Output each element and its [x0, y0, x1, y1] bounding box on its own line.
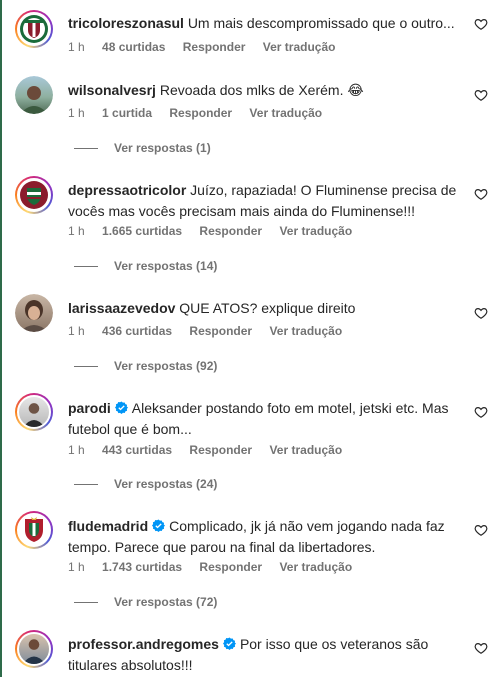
comment-text: fludemadrid Complicado, jk já não vem jog…: [68, 516, 461, 558]
username[interactable]: parodi: [68, 400, 111, 416]
verified-badge-icon: [152, 519, 166, 532]
reply-button[interactable]: Responder: [189, 324, 252, 338]
timestamp[interactable]: 1 h: [68, 224, 85, 238]
likes-count[interactable]: 443 curtidas: [102, 443, 172, 457]
comment-text: depressaotricolor Juízo, rapaziada! O Fl…: [68, 180, 461, 222]
person-photo-icon: [20, 300, 48, 332]
person-photo-icon: [23, 403, 45, 427]
verified-badge-icon: [222, 637, 236, 650]
heart-icon[interactable]: [474, 523, 488, 537]
view-replies-button[interactable]: Ver respostas (24): [74, 477, 217, 491]
username[interactable]: professor.andregomes: [68, 636, 219, 652]
heart-icon[interactable]: [474, 405, 488, 419]
timestamp[interactable]: 1 h: [68, 443, 85, 457]
reply-button[interactable]: Responder: [199, 224, 262, 238]
comment-text: larissaazevedov QUE ATOS? explique direi…: [68, 298, 461, 319]
club-crest-icon: [25, 517, 43, 542]
verified-badge-icon: [114, 401, 128, 414]
left-edge-bar: [0, 0, 2, 677]
avatar[interactable]: [15, 393, 53, 431]
timestamp[interactable]: 1 h: [68, 40, 85, 54]
heart-icon[interactable]: [474, 187, 488, 201]
comment-meta: 1 h 436 curtidas Responder Ver tradução: [68, 324, 356, 338]
avatar[interactable]: [15, 294, 53, 332]
translate-button[interactable]: Ver tradução: [269, 324, 342, 338]
timestamp[interactable]: 1 h: [68, 106, 85, 120]
view-replies-button[interactable]: Ver respostas (1): [74, 141, 211, 155]
view-replies-button[interactable]: Ver respostas (72): [74, 595, 217, 609]
reply-button[interactable]: Responder: [169, 106, 232, 120]
replies-divider: [74, 265, 98, 267]
translate-button[interactable]: Ver tradução: [249, 106, 322, 120]
heart-icon[interactable]: [474, 641, 488, 655]
likes-count[interactable]: 1 curtida: [102, 106, 152, 120]
comment-text: wilsonalvesrj Revoada dos mlks de Xerém.…: [68, 80, 461, 101]
username[interactable]: tricoloreszonasul: [68, 15, 184, 31]
club-crest-icon: [20, 181, 48, 209]
avatar[interactable]: [15, 511, 53, 549]
club-crest-icon: [20, 15, 48, 43]
comment-meta: 1 h 1.743 curtidas Responder Ver traduçã…: [68, 560, 366, 574]
replies-divider: [74, 365, 98, 367]
avatar[interactable]: [15, 10, 53, 48]
view-replies-label: Ver respostas (92): [114, 359, 218, 373]
translate-button[interactable]: Ver tradução: [279, 560, 352, 574]
comment-meta: 1 h 443 curtidas Responder Ver tradução: [68, 443, 356, 457]
view-replies-button[interactable]: Ver respostas (14): [74, 259, 217, 273]
avatar[interactable]: [15, 76, 53, 114]
replies-divider: [74, 147, 98, 149]
view-replies-label: Ver respostas (72): [114, 595, 218, 609]
comment-meta: 1 h 1 curtida Responder Ver tradução: [68, 106, 336, 120]
heart-icon[interactable]: [474, 17, 488, 31]
likes-count[interactable]: 48 curtidas: [102, 40, 165, 54]
timestamp[interactable]: 1 h: [68, 560, 85, 574]
comment-meta: 1 h 1.665 curtidas Responder Ver traduçã…: [68, 224, 366, 238]
avatar[interactable]: [15, 176, 53, 214]
likes-count[interactable]: 436 curtidas: [102, 324, 172, 338]
likes-count[interactable]: 1.743 curtidas: [102, 560, 182, 574]
person-photo-icon: [20, 86, 48, 114]
reply-button[interactable]: Responder: [183, 40, 246, 54]
heart-icon[interactable]: [474, 88, 488, 102]
person-photo-icon: [22, 639, 46, 664]
comment-text: professor.andregomes Por isso que os vete…: [68, 634, 461, 676]
translate-button[interactable]: Ver tradução: [269, 443, 342, 457]
comment-text: tricoloreszonasul Um mais descompromissa…: [68, 13, 461, 34]
heart-icon[interactable]: [474, 306, 488, 320]
username[interactable]: depressaotricolor: [68, 182, 186, 198]
username[interactable]: fludemadrid: [68, 518, 148, 534]
view-replies-label: Ver respostas (14): [114, 259, 218, 273]
reply-button[interactable]: Responder: [199, 560, 262, 574]
translate-button[interactable]: Ver tradução: [263, 40, 336, 54]
comment-meta: 1 h 48 curtidas Responder Ver tradução: [68, 40, 349, 54]
username[interactable]: wilsonalvesrj: [68, 82, 156, 98]
likes-count[interactable]: 1.665 curtidas: [102, 224, 182, 238]
view-replies-button[interactable]: Ver respostas (92): [74, 359, 217, 373]
reply-button[interactable]: Responder: [189, 443, 252, 457]
replies-divider: [74, 483, 98, 485]
username[interactable]: larissaazevedov: [68, 300, 175, 316]
view-replies-label: Ver respostas (1): [114, 141, 211, 155]
avatar[interactable]: [15, 630, 53, 668]
comment-message: Um mais descompromissado que o outro...: [187, 15, 455, 31]
comment-text: parodi Aleksander postando foto em motel,…: [68, 398, 461, 440]
view-replies-label: Ver respostas (24): [114, 477, 218, 491]
comment-message: QUE ATOS? explique direito: [179, 300, 356, 316]
replies-divider: [74, 601, 98, 603]
translate-button[interactable]: Ver tradução: [279, 224, 352, 238]
comment-message: Revoada dos mlks de Xerém. 😂: [159, 82, 364, 98]
timestamp[interactable]: 1 h: [68, 324, 85, 338]
